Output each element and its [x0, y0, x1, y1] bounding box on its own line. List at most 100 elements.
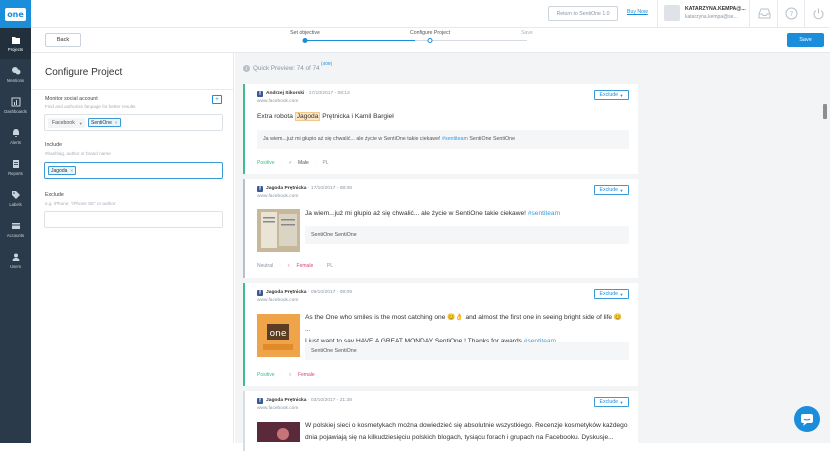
- step-dot-done: [302, 38, 308, 43]
- exclude-dropdown[interactable]: Exclude ▼: [594, 185, 629, 195]
- mention-author-line: Jagoda Prętnicka · 09/10/2017 - 09:09: [266, 290, 352, 295]
- mentions-icon: [11, 67, 20, 75]
- scrollbar[interactable]: [821, 84, 827, 443]
- text-part: Ja wiem...już mi głupio aż się chwalić..…: [305, 210, 528, 217]
- exclude-label: Exclude: [599, 399, 619, 405]
- sentiment-label[interactable]: Neutral: [257, 263, 273, 269]
- save-button[interactable]: Save: [787, 33, 824, 47]
- nav-item-projects[interactable]: Projects: [0, 28, 31, 59]
- chevron-down-icon: ▼: [78, 120, 83, 126]
- step-set-objective[interactable]: Set objective: [290, 30, 320, 36]
- nav-item-mentions[interactable]: Mentions: [0, 59, 31, 90]
- mention-meta: Positive · ♂ Male · PL: [257, 160, 329, 166]
- chevron-down-icon: ▼: [619, 291, 624, 297]
- top-bar: Return to SentiOne 1.0 Buy Now KATARZYNA…: [31, 0, 830, 28]
- help-icon[interactable]: ?: [785, 7, 798, 20]
- step-bar: Back Set objective Configure Project Sav…: [31, 28, 830, 53]
- nav-label: Dashboards: [4, 109, 27, 114]
- mention-author-line: Jagoda Prętnicka · 17/10/2017 - 08:08: [266, 186, 352, 191]
- user-name[interactable]: KATARZYNA.KEMPA@...: [685, 6, 746, 12]
- keyword-highlight: Jagoda: [294, 112, 321, 121]
- sentiment-label[interactable]: Positive: [257, 160, 275, 166]
- buy-now-link[interactable]: Buy Now: [627, 9, 648, 15]
- nav-label: Mentions: [7, 78, 24, 83]
- hashtag-link[interactable]: #sentiteam: [528, 210, 560, 217]
- account-tag[interactable]: SentiOne ×: [88, 118, 121, 127]
- shared-post-text: SentiOne SentiOne: [311, 348, 357, 354]
- nav-label: Users: [10, 264, 21, 269]
- nav-label: Alerts: [10, 140, 21, 145]
- power-icon[interactable]: [812, 7, 825, 20]
- post-image-thumbnail[interactable]: one: [257, 314, 300, 357]
- page-title: Configure Project: [45, 67, 123, 78]
- exclude-input[interactable]: [44, 211, 223, 228]
- preview-label: Quick Preview: 74 of 74: [253, 65, 320, 72]
- mention-author[interactable]: Andrzej Sikorski: [266, 91, 304, 96]
- gender-label: Female: [297, 372, 315, 378]
- mention-author-line: Andrzej Sikorski · 17/10/2017 - 08:13: [266, 91, 350, 96]
- shared-post-text: SentiOne SentiOne: [311, 232, 357, 238]
- nav-item-reports[interactable]: Reports: [0, 152, 31, 183]
- accounts-icon: [11, 223, 20, 229]
- logo-text: one: [5, 7, 26, 21]
- nav-item-labels[interactable]: Labels: [0, 183, 31, 214]
- social-account-field: Facebook ▼ SentiOne ×: [44, 114, 223, 131]
- mention-domain[interactable]: www.facebook.com: [257, 298, 298, 303]
- mention-card: f Andrzej Sikorski · 17/10/2017 - 08:13 …: [243, 84, 638, 174]
- nav-item-dashboards[interactable]: Dashboards: [0, 90, 31, 121]
- back-button[interactable]: Back: [45, 33, 81, 47]
- exclude-label: Exclude: [45, 192, 64, 198]
- post-image-thumbnail[interactable]: [257, 209, 300, 252]
- nav-item-accounts[interactable]: Accounts: [0, 214, 31, 245]
- add-social-account-button[interactable]: +: [212, 95, 222, 104]
- mention-card: f Jagoda Prętnicka · 03/10/2017 - 21:38 …: [243, 391, 638, 451]
- include-tag-label: Jagoda: [51, 167, 68, 174]
- chat-support-button[interactable]: [794, 406, 820, 432]
- mention-author[interactable]: Jagoda Prętnicka: [266, 398, 307, 403]
- dashboard-icon: [11, 97, 20, 107]
- users-icon: [12, 253, 19, 261]
- step-progress-line: [305, 40, 415, 41]
- scrollbar-thumb[interactable]: [823, 104, 827, 119]
- mention-text: Extra robota Jagoda Prętnicka i Kamil Ba…: [257, 111, 394, 123]
- configure-panel: Configure Project Monitor social account…: [31, 53, 234, 443]
- platform-select[interactable]: Facebook ▼: [48, 118, 85, 128]
- nav-label: Projects: [7, 47, 24, 52]
- svg-text:?: ?: [790, 10, 794, 18]
- exclude-label: Exclude: [599, 92, 619, 98]
- post-image-thumbnail[interactable]: [257, 422, 300, 442]
- mention-author[interactable]: Jagoda Prętnicka: [266, 186, 307, 191]
- mention-domain[interactable]: www.facebook.com: [257, 99, 298, 104]
- nav-item-users[interactable]: Users: [0, 245, 31, 276]
- preview-total-count: (409): [321, 62, 333, 67]
- sentione-logo[interactable]: one: [0, 0, 31, 28]
- mention-text: Ja wiem...już mi głupio aż się chwalić..…: [305, 208, 625, 220]
- exclude-dropdown[interactable]: Exclude ▼: [594, 289, 629, 299]
- avatar[interactable]: [664, 5, 680, 21]
- hashtag-link[interactable]: #sentiteam: [442, 136, 468, 142]
- inbox-icon[interactable]: [758, 7, 771, 20]
- exclude-dropdown[interactable]: Exclude ▼: [594, 397, 629, 407]
- language-label: PL: [322, 160, 329, 166]
- include-tag[interactable]: Jagoda ×: [48, 166, 77, 175]
- mention-author[interactable]: Jagoda Prętnicka: [266, 290, 307, 295]
- step-configure-project[interactable]: Configure Project: [410, 30, 450, 36]
- mention-date: 09/10/2017 - 09:09: [310, 290, 352, 295]
- remove-tag-icon[interactable]: ×: [70, 168, 73, 173]
- exclude-hint: e.g. iPhone, "iPhone SE" or author: [45, 201, 116, 206]
- nav-label: Accounts: [6, 233, 25, 238]
- monitor-hint: Find and authorize fanpage for better re…: [45, 104, 136, 109]
- remove-tag-icon[interactable]: ×: [115, 120, 118, 125]
- exclude-dropdown[interactable]: Exclude ▼: [594, 90, 629, 100]
- return-to-sentione-button[interactable]: Return to SentiOne 1.0: [548, 6, 618, 21]
- mention-domain[interactable]: www.facebook.com: [257, 194, 298, 199]
- nav-label: Reports: [8, 171, 23, 176]
- chevron-down-icon: ▼: [619, 187, 624, 193]
- mention-domain[interactable]: www.facebook.com: [257, 406, 298, 411]
- sentiment-label[interactable]: Positive: [257, 372, 275, 378]
- include-input[interactable]: Jagoda ×: [44, 162, 223, 179]
- info-icon: i: [243, 65, 250, 72]
- language-label: PL: [326, 263, 334, 269]
- nav-item-alerts[interactable]: Alerts: [0, 121, 31, 152]
- mention-card: f Jagoda Prętnicka · 09/10/2017 - 09:09 …: [243, 283, 638, 386]
